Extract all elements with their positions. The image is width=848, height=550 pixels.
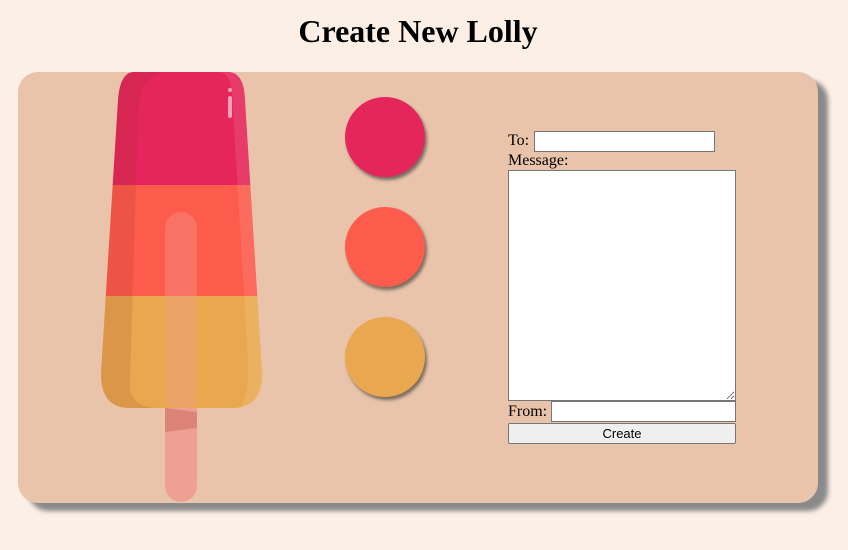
from-row: From: xyxy=(508,401,738,422)
lolly-stick-shadow xyxy=(165,408,197,432)
to-label: To: xyxy=(508,132,530,149)
from-input[interactable] xyxy=(551,401,737,422)
create-button[interactable]: Create xyxy=(508,423,736,444)
lolly-form: To: Message: From: Create xyxy=(508,130,738,444)
flavour-bottom-picker[interactable] xyxy=(345,317,425,397)
to-input[interactable] xyxy=(534,130,716,152)
flavour-top-picker[interactable] xyxy=(345,97,425,177)
from-label: From: xyxy=(508,402,548,420)
flavour-middle-picker[interactable] xyxy=(345,207,425,287)
page-title: Create New Lolly xyxy=(298,13,538,49)
lolly-highlight xyxy=(228,96,232,118)
message-textarea[interactable] xyxy=(508,170,736,401)
lolly-icon xyxy=(100,72,263,502)
message-label: Message: xyxy=(508,152,569,169)
to-row: To: xyxy=(508,130,738,152)
